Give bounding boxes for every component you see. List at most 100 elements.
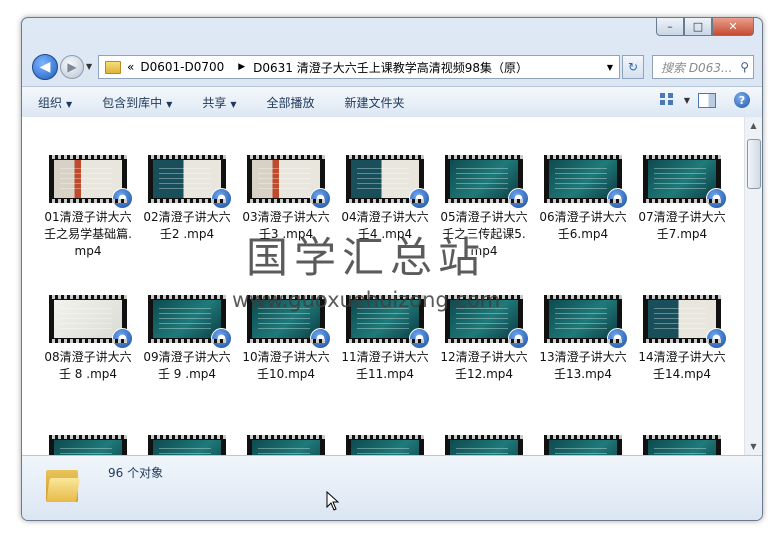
file-name: 08清澄子讲大六壬 8 .mp4 — [44, 350, 132, 381]
view-controls: ▼ ? — [659, 92, 750, 108]
video-thumbnail[interactable]: ● — [148, 155, 232, 209]
scroll-up-icon[interactable]: ▲ — [745, 117, 762, 134]
chevron-right-icon[interactable]: ▶ — [238, 62, 245, 72]
refresh-icon: ↻ — [627, 60, 639, 74]
file-name: 02清澄子讲大六壬2 .mp4 — [143, 210, 231, 241]
file-list[interactable]: ▲ ▼ ● 01清澄子讲大六壬之易学基础篇.mp4 ● 02清澄子讲大六壬2 .mp4… — [22, 117, 762, 455]
file-item[interactable]: ● — [638, 435, 726, 455]
chevron-down-icon: ▼ — [166, 99, 173, 109]
file-item[interactable]: ● 07清澄子讲大六壬7.mp4 — [638, 155, 727, 243]
video-thumbnail[interactable]: ● — [49, 435, 127, 455]
arrow-left-icon: ◀ — [39, 59, 51, 75]
organize-menu[interactable]: 组织 ▼ — [38, 94, 72, 111]
chevron-down-icon: ▼ — [230, 99, 237, 109]
play-all-button[interactable]: 全部播放 — [267, 94, 315, 111]
search-icon[interactable]: ⚲ — [740, 60, 749, 74]
forward-button[interactable]: ▶ — [60, 55, 84, 79]
media-player-icon: ● — [211, 328, 232, 349]
file-name: 13清澄子讲大六壬13.mp4 — [539, 350, 627, 381]
video-thumbnail[interactable]: ● — [544, 435, 622, 455]
back-button[interactable]: ◀ — [32, 54, 58, 80]
video-thumbnail[interactable]: ● — [247, 155, 331, 209]
video-thumbnail[interactable]: ● — [49, 295, 133, 349]
file-name: 10清澄子讲大六壬10.mp4 — [242, 350, 330, 381]
media-player-icon: ● — [706, 188, 727, 209]
media-player-icon: ● — [508, 328, 529, 349]
video-thumbnail[interactable]: ● — [49, 155, 133, 209]
arrow-right-icon: ▶ — [67, 60, 77, 74]
help-icon[interactable]: ? — [734, 92, 750, 108]
video-thumbnail[interactable]: ● — [247, 435, 325, 455]
file-item[interactable]: ● 09清澄子讲大六壬 9 .mp4 — [143, 295, 232, 383]
share-label: 共享 — [202, 95, 227, 110]
file-item[interactable]: ● — [242, 435, 330, 455]
media-player-icon: ● — [607, 328, 628, 349]
media-player-icon: ● — [706, 328, 727, 349]
scrollbar-thumb[interactable] — [747, 139, 761, 189]
maximize-button[interactable]: □ — [684, 18, 712, 36]
video-thumbnail[interactable]: ● — [148, 295, 232, 349]
file-item[interactable]: ● 14清澄子讲大六壬14.mp4 — [638, 295, 727, 383]
media-player-icon: ● — [310, 188, 331, 209]
share-menu[interactable]: 共享 ▼ — [202, 94, 236, 111]
caption-buttons: – □ ✕ — [656, 18, 754, 36]
details-pane: 96 个对象 — [22, 455, 762, 520]
breadcrumb-item-current[interactable]: D0631 清澄子大六壬上课教学高清视频98集（原） — [253, 59, 528, 76]
file-name: 06清澄子讲大六壬6.mp4 — [539, 210, 627, 241]
media-player-icon: ● — [409, 328, 430, 349]
file-item[interactable]: ● 01清澄子讲大六壬之易学基础篇.mp4 — [44, 155, 133, 260]
mouse-cursor-icon — [326, 491, 340, 511]
file-item[interactable]: ● — [44, 435, 132, 455]
item-count: 96 个对象 — [108, 466, 164, 480]
video-thumbnail[interactable]: ● — [445, 155, 529, 209]
video-thumbnail[interactable]: ● — [643, 295, 727, 349]
chevron-down-icon[interactable]: ▼ — [607, 63, 613, 72]
watermark-title: 国学汇总站 — [246, 233, 487, 282]
file-name: 14清澄子讲大六壬14.mp4 — [638, 350, 726, 381]
folder-icon — [46, 466, 80, 502]
scroll-down-icon[interactable]: ▼ — [745, 438, 762, 455]
preview-pane-icon[interactable] — [698, 92, 716, 108]
file-item[interactable]: ● — [143, 435, 231, 455]
breadcrumb-item-parent[interactable]: D0601-D0700 — [140, 60, 224, 74]
file-name: 09清澄子讲大六壬 9 .mp4 — [143, 350, 231, 381]
view-options-icon[interactable] — [659, 93, 676, 107]
minimize-button[interactable]: – — [656, 18, 684, 36]
video-thumbnail[interactable]: ● — [445, 435, 523, 455]
file-item[interactable]: ● — [440, 435, 528, 455]
folder-icon — [105, 60, 121, 74]
media-player-icon: ● — [112, 328, 133, 349]
video-thumbnail[interactable]: ● — [544, 155, 628, 209]
file-name: 01清澄子讲大六壬之易学基础篇.mp4 — [44, 210, 132, 258]
recent-pages-dropdown[interactable]: ▼ — [86, 62, 92, 71]
file-item[interactable]: ● — [341, 435, 429, 455]
file-item[interactable]: ● 08清澄子讲大六壬 8 .mp4 — [44, 295, 133, 383]
file-item[interactable]: ● 06清澄子讲大六壬6.mp4 — [539, 155, 628, 243]
video-thumbnail[interactable]: ● — [346, 435, 424, 455]
breadcrumb-prefix[interactable]: « — [127, 60, 134, 74]
include-in-library-menu[interactable]: 包含到库中 ▼ — [102, 94, 172, 111]
video-thumbnail[interactable]: ● — [643, 435, 721, 455]
chevron-down-icon: ▼ — [66, 99, 73, 109]
new-folder-button[interactable]: 新建文件夹 — [345, 94, 405, 111]
watermark-url: www.guoxuehuizong.com — [232, 288, 501, 312]
video-thumbnail[interactable]: ● — [643, 155, 727, 209]
close-button[interactable]: ✕ — [712, 18, 754, 36]
organize-label: 组织 — [38, 95, 63, 110]
video-thumbnail[interactable]: ● — [148, 435, 226, 455]
chevron-down-icon[interactable]: ▼ — [684, 96, 690, 105]
file-item[interactable]: ● 13清澄子讲大六壬13.mp4 — [539, 295, 628, 383]
file-item[interactable]: ● 02清澄子讲大六壬2 .mp4 — [143, 155, 232, 243]
refresh-button[interactable]: ↻ — [622, 55, 644, 79]
search-input[interactable]: 搜索 D063... ⚲ — [652, 55, 754, 79]
media-player-icon: ● — [310, 328, 331, 349]
video-thumbnail[interactable]: ● — [544, 295, 628, 349]
search-placeholder: 搜索 D063... — [661, 60, 733, 75]
file-item[interactable]: ● — [539, 435, 627, 455]
address-bar[interactable]: « D0601-D0700 ▶ D0631 清澄子大六壬上课教学高清视频98集（… — [98, 55, 620, 79]
video-thumbnail[interactable]: ● — [346, 155, 430, 209]
media-player-icon: ● — [112, 188, 133, 209]
media-player-icon: ● — [211, 188, 232, 209]
vertical-scrollbar[interactable]: ▲ ▼ — [744, 117, 762, 455]
media-player-icon: ● — [607, 188, 628, 209]
